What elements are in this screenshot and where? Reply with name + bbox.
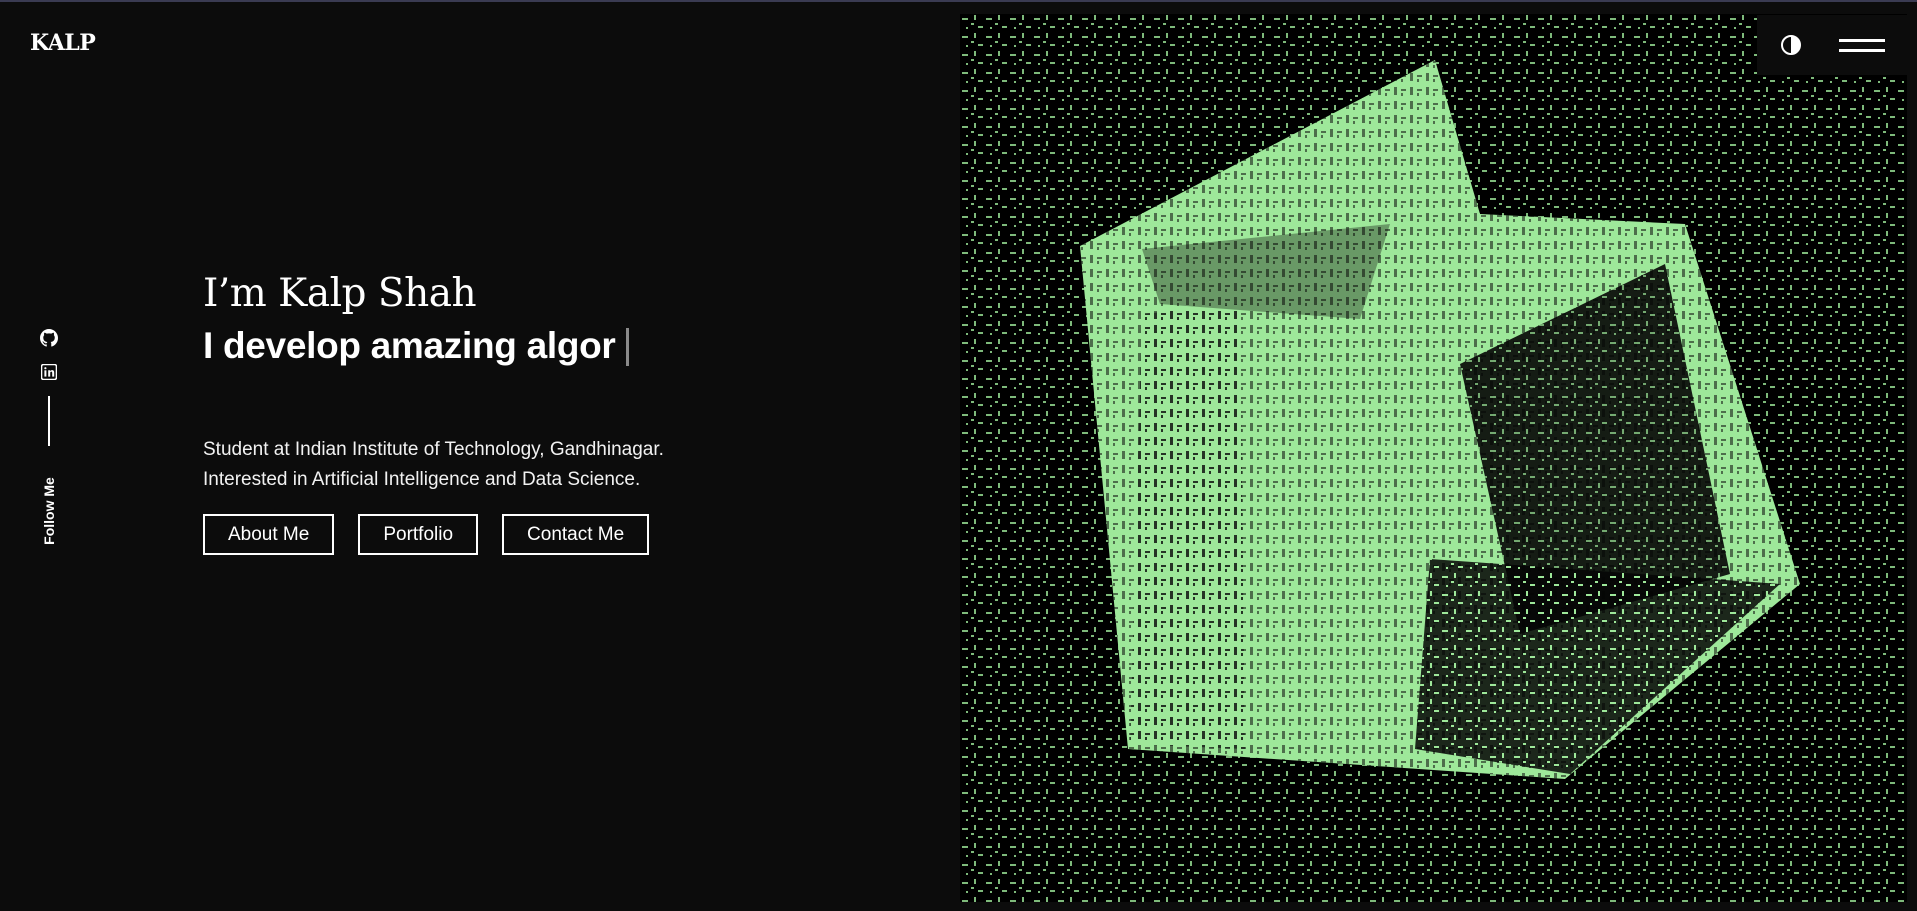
description-line-2: Interested in Artificial Intelligence an… [203,469,641,490]
social-sidebar: Follow Me [30,328,68,558]
top-right-controls [1757,15,1907,75]
top-border [0,0,1917,2]
site-logo[interactable]: KALP [30,30,96,56]
portfolio-button[interactable]: Portfolio [358,514,479,555]
about-me-button[interactable]: About Me [203,514,335,555]
hamburger-menu-icon[interactable] [1839,37,1885,55]
ascii-cube-art [960,14,1907,902]
github-icon[interactable] [39,328,59,348]
hero-buttons: About Me Portfolio Contact Me [203,514,650,555]
follow-me-label: Follow Me [41,477,57,545]
hero-greeting: I’m Kalp Shah [203,271,477,316]
typing-text: I develop amazing algor [203,325,616,366]
hero-description: Student at Indian Institute of Technolog… [203,435,664,495]
linkedin-icon[interactable] [39,362,59,382]
contact-me-button[interactable]: Contact Me [502,514,650,555]
ascii-cube-icon [960,14,1907,902]
menu-bar-bottom [1839,49,1885,52]
typing-headline: I develop amazing algor [203,322,629,370]
hero-intro: I’m Kalp Shah I develop amazing algor [203,270,629,370]
menu-bar-top [1839,39,1885,42]
follow-divider-line [48,396,50,446]
typing-caret [625,328,629,366]
contrast-icon[interactable] [1777,31,1805,59]
description-line-1: Student at Indian Institute of Technolog… [203,439,664,460]
